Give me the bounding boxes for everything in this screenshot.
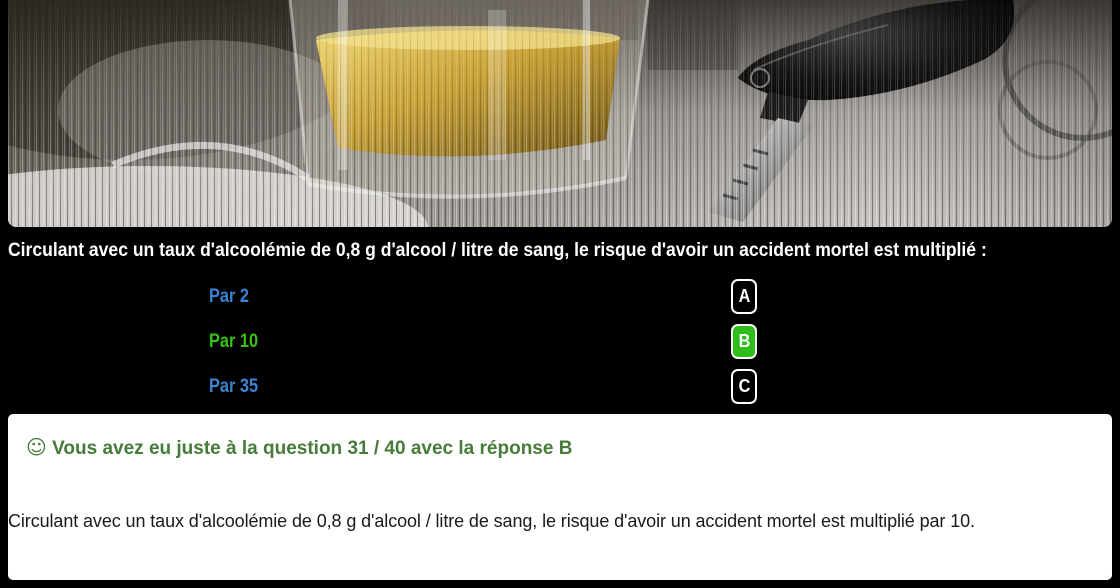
result-heading: ☺ Vous avez eu juste à la question 31 / …	[26, 435, 572, 459]
result-answer-intro: avec la réponse	[410, 438, 554, 459]
answer-label-a[interactable]: Par 2	[209, 286, 249, 308]
smiley-icon: ☺	[26, 435, 47, 459]
result-answer-letter: B	[558, 438, 573, 459]
result-message: Vous avez eu juste à la question	[52, 438, 343, 459]
result-panel: ☺ Vous avez eu juste à la question 31 / …	[8, 414, 1112, 580]
answer-option-c[interactable]: Par 35 C	[209, 364, 757, 409]
banner-photo	[8, 0, 1112, 227]
answer-letter-a: A	[738, 286, 750, 306]
question-number: 31	[347, 438, 369, 459]
answer-option-a[interactable]: Par 2 A	[209, 274, 757, 319]
answer-badge-a[interactable]: A	[731, 279, 757, 314]
answer-label-b[interactable]: Par 10	[209, 331, 258, 353]
answer-label-c[interactable]: Par 35	[209, 376, 258, 398]
question-separator: /	[373, 438, 380, 459]
answer-letter-c: C	[738, 376, 750, 396]
question-text: Circulant avec un taux d'alcoolémie de 0…	[8, 239, 987, 261]
answer-letter-b: B	[738, 331, 750, 351]
question-total: 40	[384, 438, 406, 459]
result-explanation: Circulant avec un taux d'alcoolémie de 0…	[8, 511, 975, 531]
answer-option-b[interactable]: Par 10 B	[209, 319, 757, 364]
answer-badge-c[interactable]: C	[731, 369, 757, 404]
answer-badge-b[interactable]: B	[731, 324, 757, 359]
banner-illustration	[8, 0, 1112, 227]
